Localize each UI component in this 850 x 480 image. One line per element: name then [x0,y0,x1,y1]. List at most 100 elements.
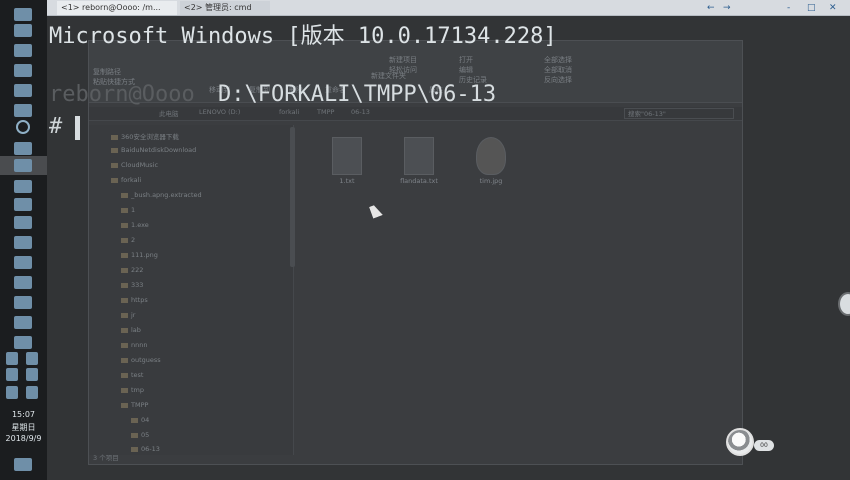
app-icon-16[interactable] [26,352,38,365]
browser-icon[interactable] [16,120,30,134]
nav-item[interactable]: 360安全浏览器下载 [111,131,179,141]
file-item[interactable]: tim.jpg [466,137,516,185]
nav-item[interactable]: 222 [121,266,143,274]
folder-icon [121,192,128,198]
nav-item[interactable]: TMPP [121,401,148,409]
app-icon-10[interactable] [14,216,32,229]
tab-ssh[interactable]: <1> reborn@Oooo: /m... [57,1,177,15]
app-icon-8[interactable] [14,180,32,193]
console-prompt-user: reborn@Oooo [49,82,195,107]
app-icon-9[interactable] [14,198,32,211]
folder-icon [121,402,128,408]
volume-icon[interactable] [6,368,18,381]
nav-item[interactable]: BaiduNetdiskDownload [111,146,196,154]
ribbon-copy-path[interactable]: 复制路径 [93,67,121,77]
nav-item[interactable]: _bush.apng.extracted [121,191,202,199]
nav-item[interactable]: 05 [131,431,149,439]
close-button[interactable]: ✕ [829,1,837,15]
nav-item-label: tmp [131,386,145,394]
nav-item[interactable]: jr [121,311,135,319]
tab-cmd[interactable]: <2> 管理员: cmd [180,1,270,15]
ribbon-edit[interactable]: 编辑 [459,65,473,75]
folder-icon [131,432,138,438]
nav-item[interactable]: tmp [121,386,144,394]
arrow-left-icon[interactable]: ← [707,1,715,15]
nav-item[interactable]: forkali [111,176,141,184]
app-icon-15[interactable] [14,316,32,329]
nav-item[interactable]: https [121,296,148,304]
breadcrumb-forkali[interactable]: forkali [279,108,299,116]
app-icon-1[interactable] [14,8,32,21]
clock-date[interactable]: 2018/9/9 [0,434,47,443]
maximize-button[interactable]: □ [807,1,816,15]
avatar[interactable] [726,428,754,456]
nav-item-label: 333 [131,281,144,289]
folder-icon [131,446,138,452]
nav-item[interactable]: 1.exe [121,221,149,229]
nav-item[interactable]: nnnn [121,341,147,349]
breadcrumb-tmpp[interactable]: TMPP [317,108,334,116]
app-icon-2[interactable] [14,24,32,37]
terminal-icon[interactable] [14,159,32,172]
app-icon-17[interactable] [26,368,38,381]
explorer-search-input[interactable]: 搜索"06-13" [624,108,734,119]
nav-item[interactable]: 111.png [121,251,158,259]
nav-item-label: _bush.apng.extracted [131,191,202,199]
folder-icon [121,207,128,213]
nav-item-label: nnnn [131,341,148,349]
nav-item-label: 05 [141,431,150,439]
minimize-button[interactable]: - [787,1,790,15]
notification-icon[interactable] [14,458,32,471]
ribbon-easy-access[interactable]: 轻松访问 [389,65,417,75]
file-item[interactable]: 1.txt [322,137,372,185]
ribbon-open[interactable]: 打开 [459,55,473,65]
address-bar[interactable]: 此电脑 LENOVO (D:) forkali TMPP 06-13 搜索"06… [89,107,742,121]
clock-time[interactable]: 15:07 [0,410,47,419]
nav-scrollbar[interactable] [290,127,295,267]
text-file-icon [404,137,434,175]
nav-item[interactable]: 04 [131,416,149,424]
text-cursor [75,116,80,140]
ribbon-select-none[interactable]: 全部取消 [544,65,572,75]
nav-item-label: 2 [131,236,136,244]
input-method-icon[interactable] [6,386,18,399]
breadcrumb-drive[interactable]: LENOVO (D:) [199,108,240,116]
nav-item[interactable]: 2 [121,236,135,244]
app-icon-18[interactable] [26,386,38,399]
app-icon-14[interactable] [14,296,32,309]
app-icon-4[interactable] [14,64,32,77]
nav-item-label: lab [131,326,141,334]
nav-item[interactable]: outguess [121,356,161,364]
nav-item-label: 06-13 [141,445,160,453]
nav-item[interactable]: test [121,371,143,379]
breadcrumb-0613[interactable]: 06-13 [351,108,370,116]
ribbon-select-all[interactable]: 全部选择 [544,55,572,65]
nav-item[interactable]: 06-13 [131,445,160,453]
nav-item[interactable]: 333 [121,281,143,289]
app-icon-13[interactable] [14,276,32,289]
arrow-right-icon[interactable]: → [723,1,731,15]
app-icon-3[interactable] [14,44,32,57]
nav-item[interactable]: CloudMusic [111,161,158,169]
nav-item[interactable]: 1 [121,206,135,214]
ribbon-invert-selection[interactable]: 反向选择 [544,75,572,85]
app-icon-7[interactable] [14,142,32,155]
folder-icon [121,237,128,243]
file-name: tim.jpg [479,177,503,185]
chevron-right-icon[interactable] [14,336,32,349]
app-icon-5[interactable] [14,84,32,97]
avatar-badge: 00 [754,440,774,451]
folder-icon [131,417,138,423]
folder-icon [121,327,128,333]
file-item[interactable]: flandata.txt [394,137,444,185]
ribbon-new-item[interactable]: 新建项目 [389,55,417,65]
nav-item-label: test [131,371,144,379]
network-icon[interactable] [6,352,18,365]
breadcrumb-this-pc[interactable]: 此电脑 [159,108,179,118]
clock-day[interactable]: 星期日 [0,422,47,433]
app-icon-11[interactable] [14,236,32,249]
nav-item[interactable]: lab [121,326,141,334]
text-file-icon [332,137,362,175]
app-icon-6[interactable] [14,104,32,117]
app-icon-12[interactable] [14,256,32,269]
